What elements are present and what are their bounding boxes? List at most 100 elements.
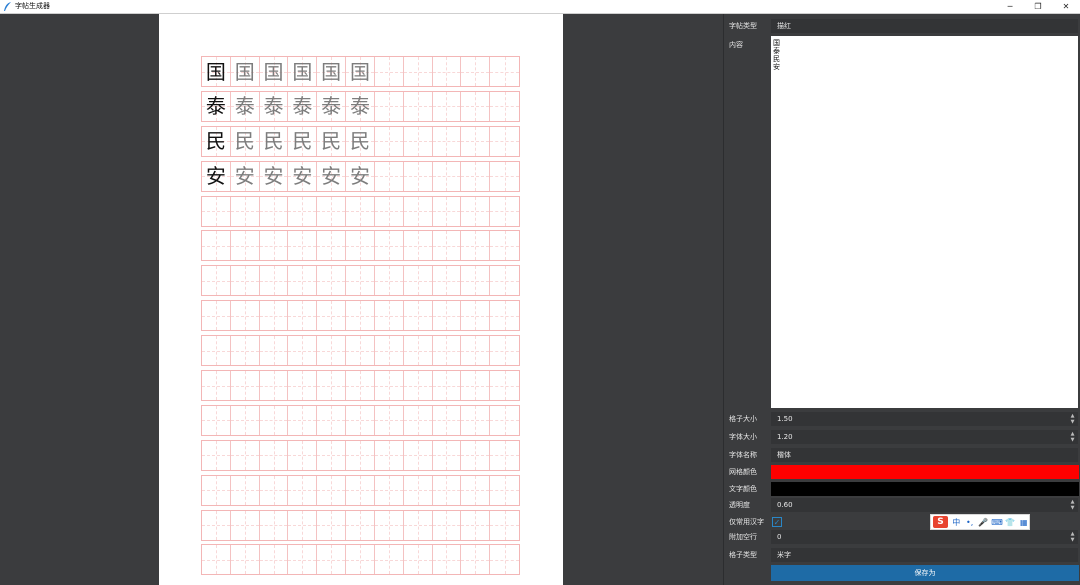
font-size-value: 1.20 [777, 433, 793, 441]
grid-cell [403, 545, 433, 575]
grid-cell [230, 475, 260, 505]
grid-cell [202, 231, 231, 261]
trace-character: 安 [263, 164, 284, 189]
ime-punctuation-icon[interactable]: •, [964, 518, 974, 527]
grid-cell [202, 196, 231, 226]
title-bar: 字帖生成器 ─ ❐ ✕ [0, 0, 1080, 14]
grid-cell [461, 266, 491, 296]
grid-cell [288, 510, 318, 540]
grid-cell: 国 [288, 57, 318, 86]
minimize-button[interactable]: ─ [996, 0, 1024, 13]
common-only-checkbox[interactable]: ✓ [772, 517, 782, 527]
ime-microphone-icon[interactable]: 🎤 [978, 518, 988, 527]
grid-cell [230, 301, 260, 331]
grid-cell [403, 371, 433, 401]
grid-cell [288, 231, 318, 261]
grid-cell [432, 196, 462, 226]
text-color-picker[interactable] [771, 482, 1079, 496]
opacity-spinbox[interactable]: 0.60 ▲ ▼ [771, 498, 1078, 512]
preview-viewport[interactable]: 国国国国国国泰泰泰泰泰泰民民民民民民安安安安安安 [0, 14, 722, 585]
content-textarea[interactable]: 国 泰 民 安 [771, 36, 1078, 408]
save-as-button[interactable]: 保存为 [771, 565, 1079, 581]
grid-cell: 泰 [288, 91, 318, 121]
grid-cell [230, 266, 260, 296]
grid-cell [259, 301, 289, 331]
grid-cell [202, 510, 231, 540]
grid-cell [432, 266, 462, 296]
grid-row [201, 265, 520, 297]
spin-down-icon[interactable]: ▼ [1071, 419, 1075, 425]
trace-character: 泰 [292, 94, 313, 119]
grid-cell [317, 475, 347, 505]
grid-cell [317, 440, 347, 470]
spin-down-icon[interactable]: ▼ [1071, 505, 1075, 511]
font-name-select[interactable]: 楷体 [771, 448, 1078, 462]
grid-cell [490, 196, 519, 226]
grid-cell [490, 336, 519, 366]
grid-cell [346, 266, 375, 296]
opacity-stepper[interactable]: ▲ ▼ [1069, 499, 1076, 511]
type-label: 字帖类型 [729, 22, 757, 30]
grid-cell [259, 405, 289, 435]
grid-cell [461, 196, 491, 226]
grid-cell [346, 510, 375, 540]
grid-cell [346, 231, 375, 261]
grid-cell [202, 545, 231, 575]
grid-color-picker[interactable] [771, 465, 1079, 479]
opacity-label: 透明度 [729, 501, 750, 509]
trace-character: 民 [263, 129, 284, 154]
ime-keyboard-icon[interactable]: ⌨ [991, 518, 1003, 527]
font-size-stepper[interactable]: ▲ ▼ [1069, 431, 1076, 443]
grid-cell [374, 196, 404, 226]
grid-cell [461, 440, 491, 470]
grid-cell [346, 301, 375, 331]
grid-cell [403, 405, 433, 435]
ime-skin-icon[interactable]: 👕 [1005, 518, 1015, 527]
grid-type-select[interactable]: 米字 [771, 548, 1078, 562]
grid-cell [490, 510, 519, 540]
font-size-spinbox[interactable]: 1.20 ▲ ▼ [771, 430, 1078, 444]
grid-cell [346, 196, 375, 226]
grid-row [201, 370, 520, 402]
cell-size-stepper[interactable]: ▲ ▼ [1069, 413, 1076, 425]
grid-cell [288, 336, 318, 366]
ime-toolbox-icon[interactable]: ▦ [1019, 518, 1029, 527]
cell-size-spinbox[interactable]: 1.50 ▲ ▼ [771, 412, 1078, 426]
grid-cell [403, 440, 433, 470]
extra-rows-label: 附加空行 [729, 533, 757, 541]
extra-rows-spinbox[interactable]: 0 ▲ ▼ [771, 530, 1078, 544]
grid-cell [259, 266, 289, 296]
grid-cell [403, 196, 433, 226]
sogou-logo-icon[interactable]: S [933, 516, 949, 528]
grid-cell: 国 [259, 57, 289, 86]
grid-cell [432, 91, 462, 121]
grid-cell [259, 475, 289, 505]
type-select[interactable]: 描红 [771, 19, 1078, 33]
grid-cell [202, 475, 231, 505]
grid-cell: 民 [202, 126, 231, 156]
grid-cell [230, 510, 260, 540]
close-button[interactable]: ✕ [1052, 0, 1080, 13]
grid-cell [230, 231, 260, 261]
ime-chinese-mode[interactable]: 中 [951, 517, 961, 528]
grid-cell: 泰 [202, 91, 231, 121]
grid-cell: 民 [288, 126, 318, 156]
extra-rows-stepper[interactable]: ▲ ▼ [1069, 531, 1076, 543]
spin-down-icon[interactable]: ▼ [1071, 437, 1075, 443]
opacity-value: 0.60 [777, 501, 793, 509]
grid-cell [490, 405, 519, 435]
grid-cell [317, 266, 347, 296]
grid-row [201, 474, 520, 506]
trace-character: 民 [321, 129, 342, 154]
grid-cell [432, 126, 462, 156]
grid-cell: 民 [346, 126, 375, 156]
grid-cell: 民 [230, 126, 260, 156]
ime-toolbar[interactable]: S 中 •, 🎤 ⌨ 👕 ▦ [930, 514, 1030, 530]
model-character: 国 [205, 59, 226, 84]
spin-down-icon[interactable]: ▼ [1071, 537, 1075, 543]
trace-character: 泰 [263, 94, 284, 119]
trace-character: 安 [321, 164, 342, 189]
trace-character: 民 [349, 129, 370, 154]
grid-cell [259, 231, 289, 261]
restore-button[interactable]: ❐ [1024, 0, 1052, 13]
